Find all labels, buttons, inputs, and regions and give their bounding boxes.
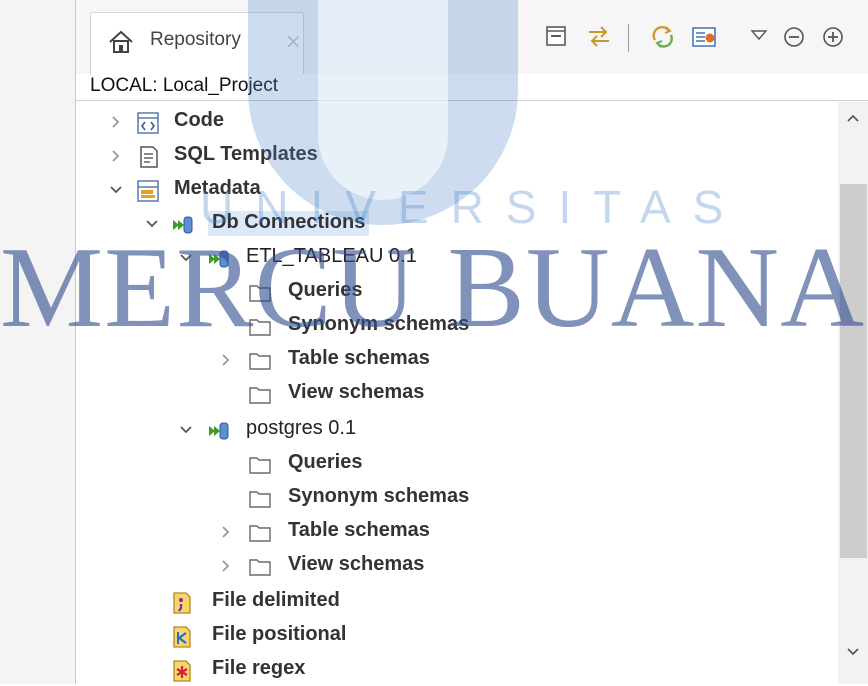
tree-label: Metadata xyxy=(174,177,261,199)
code-icon xyxy=(137,112,159,134)
tree-node-view-schemas[interactable]: View schemas xyxy=(76,378,838,410)
tree-label: File regex xyxy=(212,657,306,679)
chevron-down-icon[interactable] xyxy=(106,174,126,206)
tree-label: Table schemas xyxy=(288,347,430,369)
tree-node-queries[interactable]: Queries xyxy=(76,276,838,308)
chevron-right-icon[interactable] xyxy=(216,550,236,582)
project-label: LOCAL: Local_Project xyxy=(90,75,278,96)
chevron-down-icon[interactable] xyxy=(176,414,196,446)
tree-node-file-delimited[interactable]: File delimited xyxy=(76,586,838,618)
project-bar: LOCAL: Local_Project xyxy=(76,74,868,101)
minimize-icon[interactable] xyxy=(779,22,809,52)
tab-repository[interactable]: Repository × xyxy=(90,12,304,74)
chevron-right-icon[interactable] xyxy=(106,140,126,172)
tree-node-file-positional[interactable]: File positional xyxy=(76,620,838,652)
tree-label: postgres 0.1 xyxy=(246,417,357,439)
folder-icon xyxy=(249,353,271,370)
tree-node-etl-tableau[interactable]: ETL_TABLEAU 0.1 xyxy=(76,242,838,274)
tree-node-queries[interactable]: Queries xyxy=(76,448,838,480)
file-delimited-icon xyxy=(173,592,191,614)
tree-label: Db Connections xyxy=(208,211,370,236)
tree-node-sql-templates[interactable]: SQL Templates xyxy=(76,140,838,172)
folder-icon xyxy=(249,491,271,508)
sql-template-icon xyxy=(140,146,158,168)
tree-label: Queries xyxy=(288,451,363,473)
toolbar-separator xyxy=(628,24,629,52)
folder-icon xyxy=(249,285,271,302)
tree-node-table-schemas[interactable]: Table schemas xyxy=(76,344,838,376)
tab-label: Repository xyxy=(150,29,241,50)
tree-label: ETL_TABLEAU 0.1 xyxy=(246,245,417,267)
chevron-down-icon[interactable] xyxy=(176,242,196,274)
tree-label: Code xyxy=(174,109,224,131)
tree-node-metadata[interactable]: Metadata xyxy=(76,174,838,206)
chevron-down-icon[interactable] xyxy=(142,208,162,240)
home-icon xyxy=(109,30,133,53)
folder-icon xyxy=(249,387,271,404)
view-header: Repository × xyxy=(76,0,868,74)
tree-node-table-schemas[interactable]: Table schemas xyxy=(76,516,838,548)
file-positional-icon xyxy=(173,626,191,648)
tree-node-code[interactable]: Code xyxy=(76,106,838,138)
left-gutter xyxy=(0,0,75,684)
tree-label: Synonym schemas xyxy=(288,485,470,507)
vertical-scrollbar[interactable] xyxy=(838,102,868,684)
repository-view: Repository × LOCAL: Local_Project Code S… xyxy=(75,0,868,684)
tree-node-synonym-schemas[interactable]: Synonym schemas xyxy=(76,482,838,514)
collapse-all-icon[interactable] xyxy=(541,22,571,52)
folder-icon xyxy=(249,319,271,336)
tree-label: View schemas xyxy=(288,381,425,403)
db-connection-icon xyxy=(173,216,193,234)
tree-node-postgres[interactable]: postgres 0.1 xyxy=(76,414,838,446)
file-regex-icon xyxy=(173,660,191,682)
chevron-right-icon[interactable] xyxy=(216,516,236,548)
metadata-icon xyxy=(137,180,159,202)
tree-label: View schemas xyxy=(288,553,425,575)
chevron-right-icon[interactable] xyxy=(106,106,126,138)
scroll-down-icon[interactable] xyxy=(844,642,862,660)
filter-icon[interactable] xyxy=(689,22,719,52)
tree-label: SQL Templates xyxy=(174,143,318,165)
tree-label: Synonym schemas xyxy=(288,313,470,335)
tree-label: File positional xyxy=(212,623,347,645)
maximize-icon[interactable] xyxy=(818,22,848,52)
repository-tree: Code SQL Templates Metadata Db Connectio… xyxy=(76,102,838,684)
refresh-icon[interactable] xyxy=(648,22,678,52)
db-connection-icon xyxy=(209,250,229,268)
tree-node-view-schemas[interactable]: View schemas xyxy=(76,550,838,582)
tree-label: Table schemas xyxy=(288,519,430,541)
db-connection-icon xyxy=(209,422,229,440)
folder-icon xyxy=(249,525,271,542)
tree-label: File delimited xyxy=(212,589,340,611)
view-menu-icon[interactable] xyxy=(744,22,774,52)
chevron-right-icon[interactable] xyxy=(216,344,236,376)
tree-node-synonym-schemas[interactable]: Synonym schemas xyxy=(76,310,838,342)
scrollbar-thumb[interactable] xyxy=(840,184,867,558)
scroll-up-icon[interactable] xyxy=(844,110,862,128)
tree-node-db-connections[interactable]: Db Connections xyxy=(76,208,838,240)
folder-icon xyxy=(249,559,271,576)
link-with-editor-icon[interactable] xyxy=(584,22,614,52)
tree-label: Queries xyxy=(288,279,363,301)
close-icon[interactable]: × xyxy=(285,29,302,53)
tree-node-file-regex[interactable]: File regex xyxy=(76,654,838,686)
folder-icon xyxy=(249,457,271,474)
